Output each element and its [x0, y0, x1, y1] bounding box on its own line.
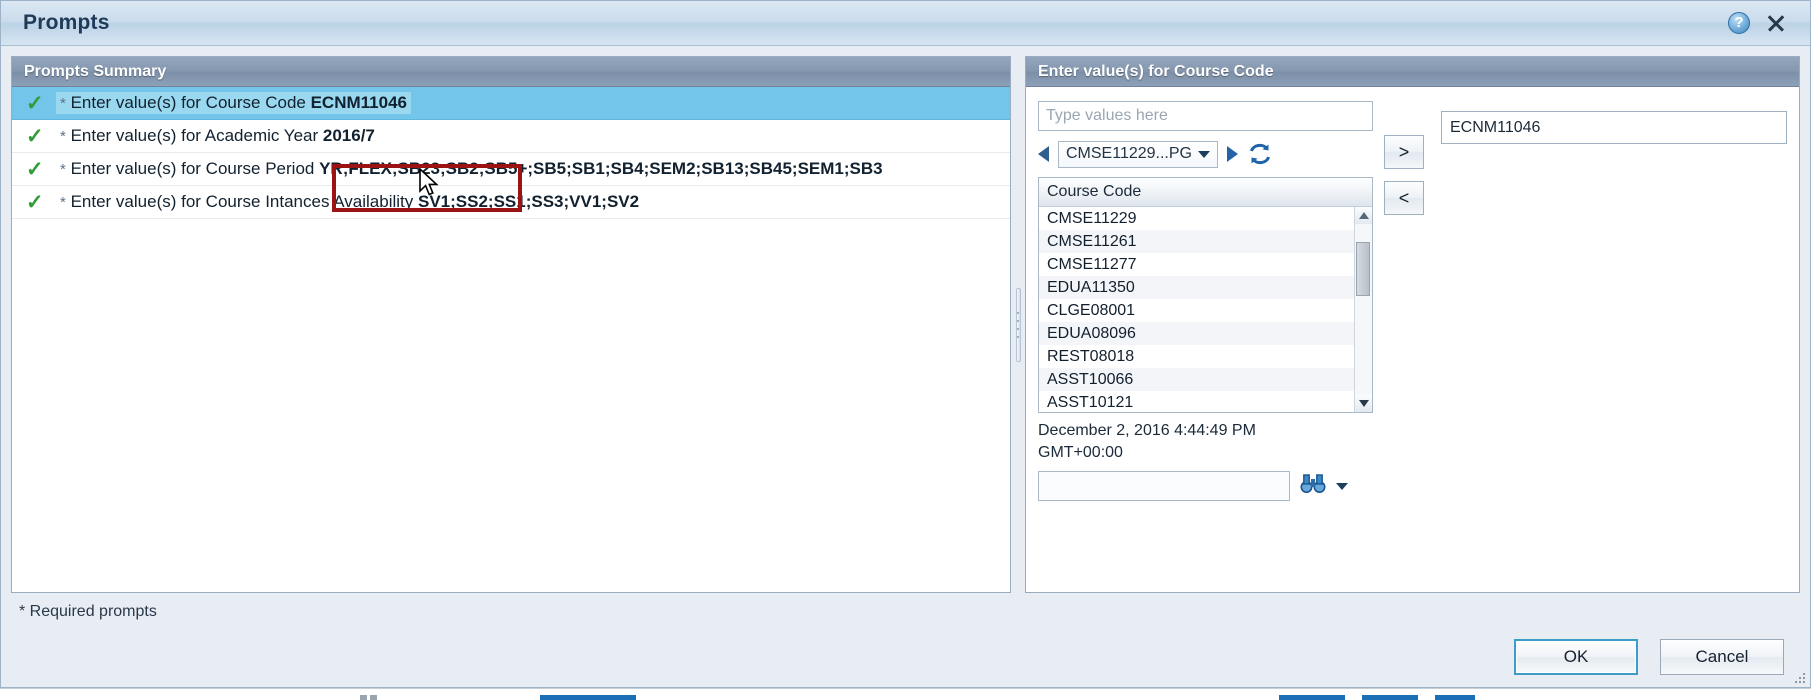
prompt-row-course-instances-availability[interactable]: ✓ * Enter value(s) for Course Intances A… — [12, 186, 1010, 219]
value-entry-header: Enter value(s) for Course Code — [1026, 57, 1799, 87]
prompts-summary-header: Prompts Summary — [12, 57, 1010, 87]
prompts-summary-panel: Prompts Summary ✓ * Enter value(s) for C… — [11, 56, 1011, 593]
scrollbar-thumb[interactable] — [1356, 242, 1370, 296]
search-input[interactable] — [1038, 471, 1290, 501]
type-values-input[interactable] — [1038, 101, 1373, 131]
timestamp-date: December 2, 2016 4:44:49 PM — [1038, 422, 1256, 439]
selected-values-column: ECNM11046 — [1435, 101, 1787, 592]
dialog-titlebar: Prompts ? — [1, 1, 1810, 46]
listbox-body: CMSE11229 CMSE11261 CMSE11277 EDUA11350 … — [1039, 207, 1372, 412]
transfer-buttons-column: > < — [1373, 101, 1435, 592]
panel-splitter[interactable] — [1011, 56, 1025, 593]
prompts-dialog: Prompts ? Prompts Summary ✓ * Enter valu… — [0, 0, 1811, 688]
list-item[interactable]: ASST10121 — [1039, 391, 1354, 412]
selected-value-field[interactable]: ECNM11046 — [1441, 111, 1787, 144]
listbox-items: CMSE11229 CMSE11261 CMSE11277 EDUA11350 … — [1039, 207, 1354, 412]
dialog-title: Prompts — [23, 11, 110, 34]
list-navigation-row: CMSE11229...PG — [1038, 140, 1373, 168]
cancel-button[interactable]: Cancel — [1660, 639, 1784, 675]
prompts-list: ✓ * Enter value(s) for Course Code ECNM1… — [12, 87, 1010, 592]
add-value-button[interactable]: > — [1384, 135, 1424, 169]
background-page-strip — [0, 688, 1811, 700]
check-icon: ✓ — [26, 157, 44, 181]
refresh-icon[interactable] — [1247, 142, 1273, 166]
list-item[interactable]: CMSE11229 — [1039, 207, 1354, 230]
prompt-label: Enter value(s) for Course Code — [70, 93, 306, 112]
ok-button[interactable]: OK — [1514, 639, 1638, 675]
required-star: * — [60, 128, 66, 145]
prompt-label: Enter value(s) for Course Period — [70, 159, 315, 178]
prompt-row-content: * Enter value(s) for Course Code ECNM110… — [56, 92, 411, 114]
close-icon[interactable] — [1764, 11, 1788, 35]
scroll-up-icon[interactable] — [1355, 207, 1372, 224]
splitter-grip — [1015, 287, 1021, 362]
prompt-value: SV1;SS2;SS1;SS3;VV1;SV2 — [418, 192, 640, 211]
triangle-right-icon[interactable] — [1227, 146, 1238, 162]
prompt-row-content: * Enter value(s) for Course Period YR;FL… — [56, 158, 887, 180]
binoculars-icon[interactable] — [1300, 473, 1326, 500]
check-icon: ✓ — [26, 190, 44, 214]
triangle-left-icon[interactable] — [1038, 146, 1049, 162]
required-star: * — [60, 161, 66, 178]
prompt-value: 2016/7 — [322, 126, 375, 145]
available-values-column: CMSE11229...PG — [1038, 101, 1373, 592]
dialog-button-row: OK Cancel — [19, 639, 1792, 687]
prompt-row-course-code[interactable]: ✓ * Enter value(s) for Course Code ECNM1… — [12, 87, 1010, 120]
prompt-label: Enter value(s) for Course Intances Avail… — [70, 192, 414, 211]
list-item[interactable]: EDUA11350 — [1039, 276, 1354, 299]
value-entry-panel: Enter value(s) for Course Code CMSE11229… — [1025, 56, 1800, 593]
dialog-footer: * Required prompts OK Cancel — [1, 593, 1810, 687]
check-icon: ✓ — [26, 124, 44, 148]
prompt-row-content: * Enter value(s) for Course Intances Ava… — [56, 191, 643, 213]
prompt-row-academic-year[interactable]: ✓ * Enter value(s) for Academic Year 201… — [12, 120, 1010, 153]
value-entry-body: CMSE11229...PG — [1026, 87, 1799, 592]
help-icon[interactable]: ? — [1728, 12, 1750, 34]
resize-grip-icon[interactable] — [1791, 669, 1805, 683]
prompt-row-content: * Enter value(s) for Academic Year 2016/… — [56, 125, 379, 147]
dialog-body: Prompts Summary ✓ * Enter value(s) for C… — [1, 46, 1810, 593]
chevron-down-icon — [1198, 150, 1210, 158]
listbox-scrollbar[interactable] — [1354, 207, 1372, 412]
prompt-value: ECNM11046 — [310, 93, 407, 112]
selected-value-text: ECNM11046 — [1450, 118, 1541, 136]
refresh-timestamp: December 2, 2016 4:44:49 PM GMT+00:00 — [1038, 420, 1373, 464]
listbox-column-header: Course Code — [1039, 178, 1372, 207]
chevron-down-icon[interactable] — [1336, 482, 1348, 490]
value-entry-content: CMSE11229...PG — [1026, 87, 1799, 592]
scroll-down-icon[interactable] — [1355, 395, 1372, 412]
list-item[interactable]: CMSE11277 — [1039, 253, 1354, 276]
search-row — [1038, 471, 1373, 501]
list-item[interactable]: ASST10066 — [1039, 368, 1354, 391]
titlebar-actions: ? — [1728, 11, 1800, 35]
value-range-combo-label: CMSE11229...PG — [1066, 145, 1192, 162]
prompt-label: Enter value(s) for Academic Year — [70, 126, 319, 145]
list-item[interactable]: CMSE11261 — [1039, 230, 1354, 253]
prompt-value: YR;FLEX;SB23;SB2;SB5+;SB5;SB1;SB4;SEM2;S… — [319, 159, 883, 178]
list-item[interactable]: EDUA08096 — [1039, 322, 1354, 345]
available-values-listbox[interactable]: Course Code CMSE11229 CMSE11261 CMSE1127… — [1038, 177, 1373, 413]
list-item[interactable]: CLGE08001 — [1039, 299, 1354, 322]
scrollbar-track[interactable] — [1355, 224, 1372, 395]
required-prompts-note: * Required prompts — [19, 603, 157, 620]
remove-value-button[interactable]: < — [1384, 181, 1424, 215]
required-star: * — [60, 95, 66, 112]
prompt-row-course-period[interactable]: ✓ * Enter value(s) for Course Period YR;… — [12, 153, 1010, 186]
check-icon: ✓ — [26, 91, 44, 115]
value-range-combo[interactable]: CMSE11229...PG — [1058, 140, 1218, 168]
timestamp-zone: GMT+00:00 — [1038, 444, 1123, 461]
required-star: * — [60, 194, 66, 211]
list-item[interactable]: REST08018 — [1039, 345, 1354, 368]
